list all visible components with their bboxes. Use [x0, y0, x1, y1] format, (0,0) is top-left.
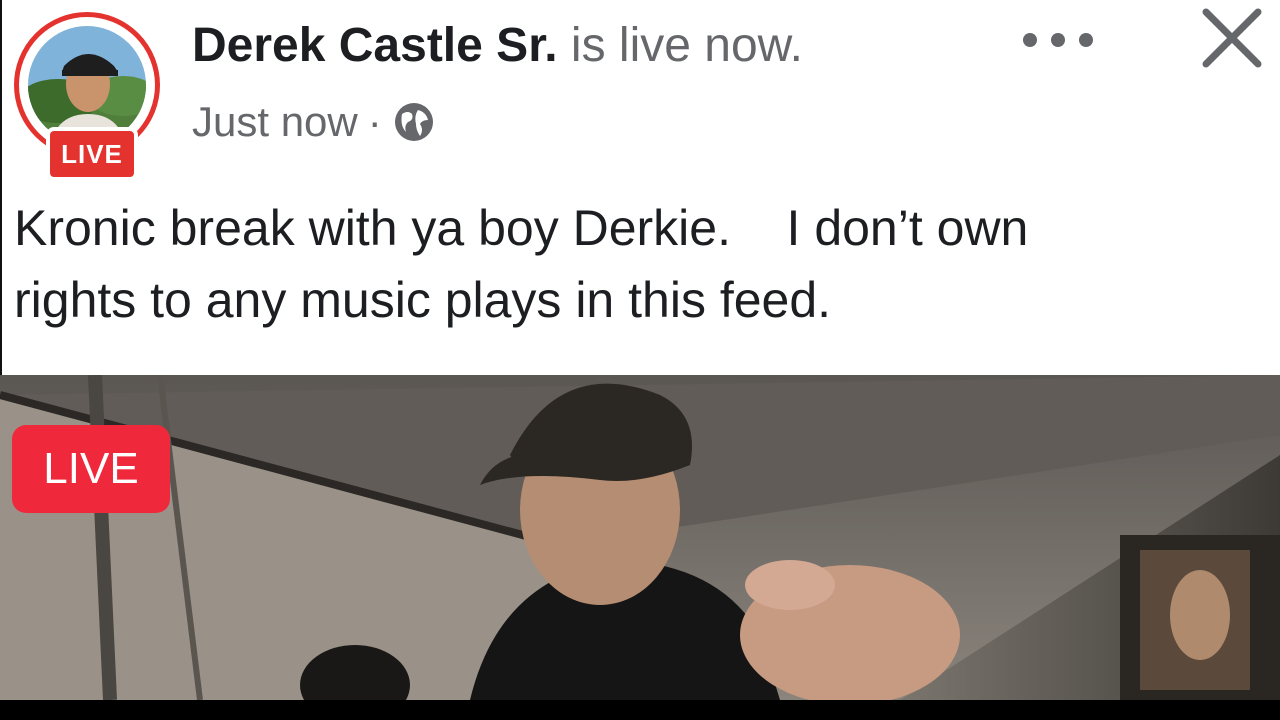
live-status-text: is live now. — [570, 19, 804, 72]
timestamp[interactable]: Just now — [192, 98, 358, 146]
caption-line: Kronic break with ya boy Derkie. I don’t… — [14, 200, 1029, 256]
close-icon[interactable] — [1200, 6, 1264, 70]
meta-separator: · — [367, 98, 382, 145]
caption-line: rights to any music plays in this feed. — [14, 272, 832, 328]
live-post-card: LIVE Derek Castle Sr. is live now. Just … — [0, 0, 1280, 375]
globe-icon — [392, 100, 436, 144]
post-meta: Just now · — [192, 98, 436, 146]
more-options-icon[interactable] — [1020, 28, 1096, 52]
video-live-badge: LIVE — [12, 425, 170, 513]
author-name[interactable]: Derek Castle Sr. — [192, 19, 558, 72]
avatar-live-badge: LIVE — [46, 127, 138, 181]
bottom-letterbox — [0, 700, 1280, 720]
live-video-frame[interactable] — [0, 375, 1280, 700]
post-header-title: Derek Castle Sr. is live now. — [192, 18, 803, 73]
profile-avatar[interactable]: LIVE — [14, 12, 164, 181]
post-caption: Kronic break with ya boy Derkie. I don’t… — [14, 192, 1254, 336]
